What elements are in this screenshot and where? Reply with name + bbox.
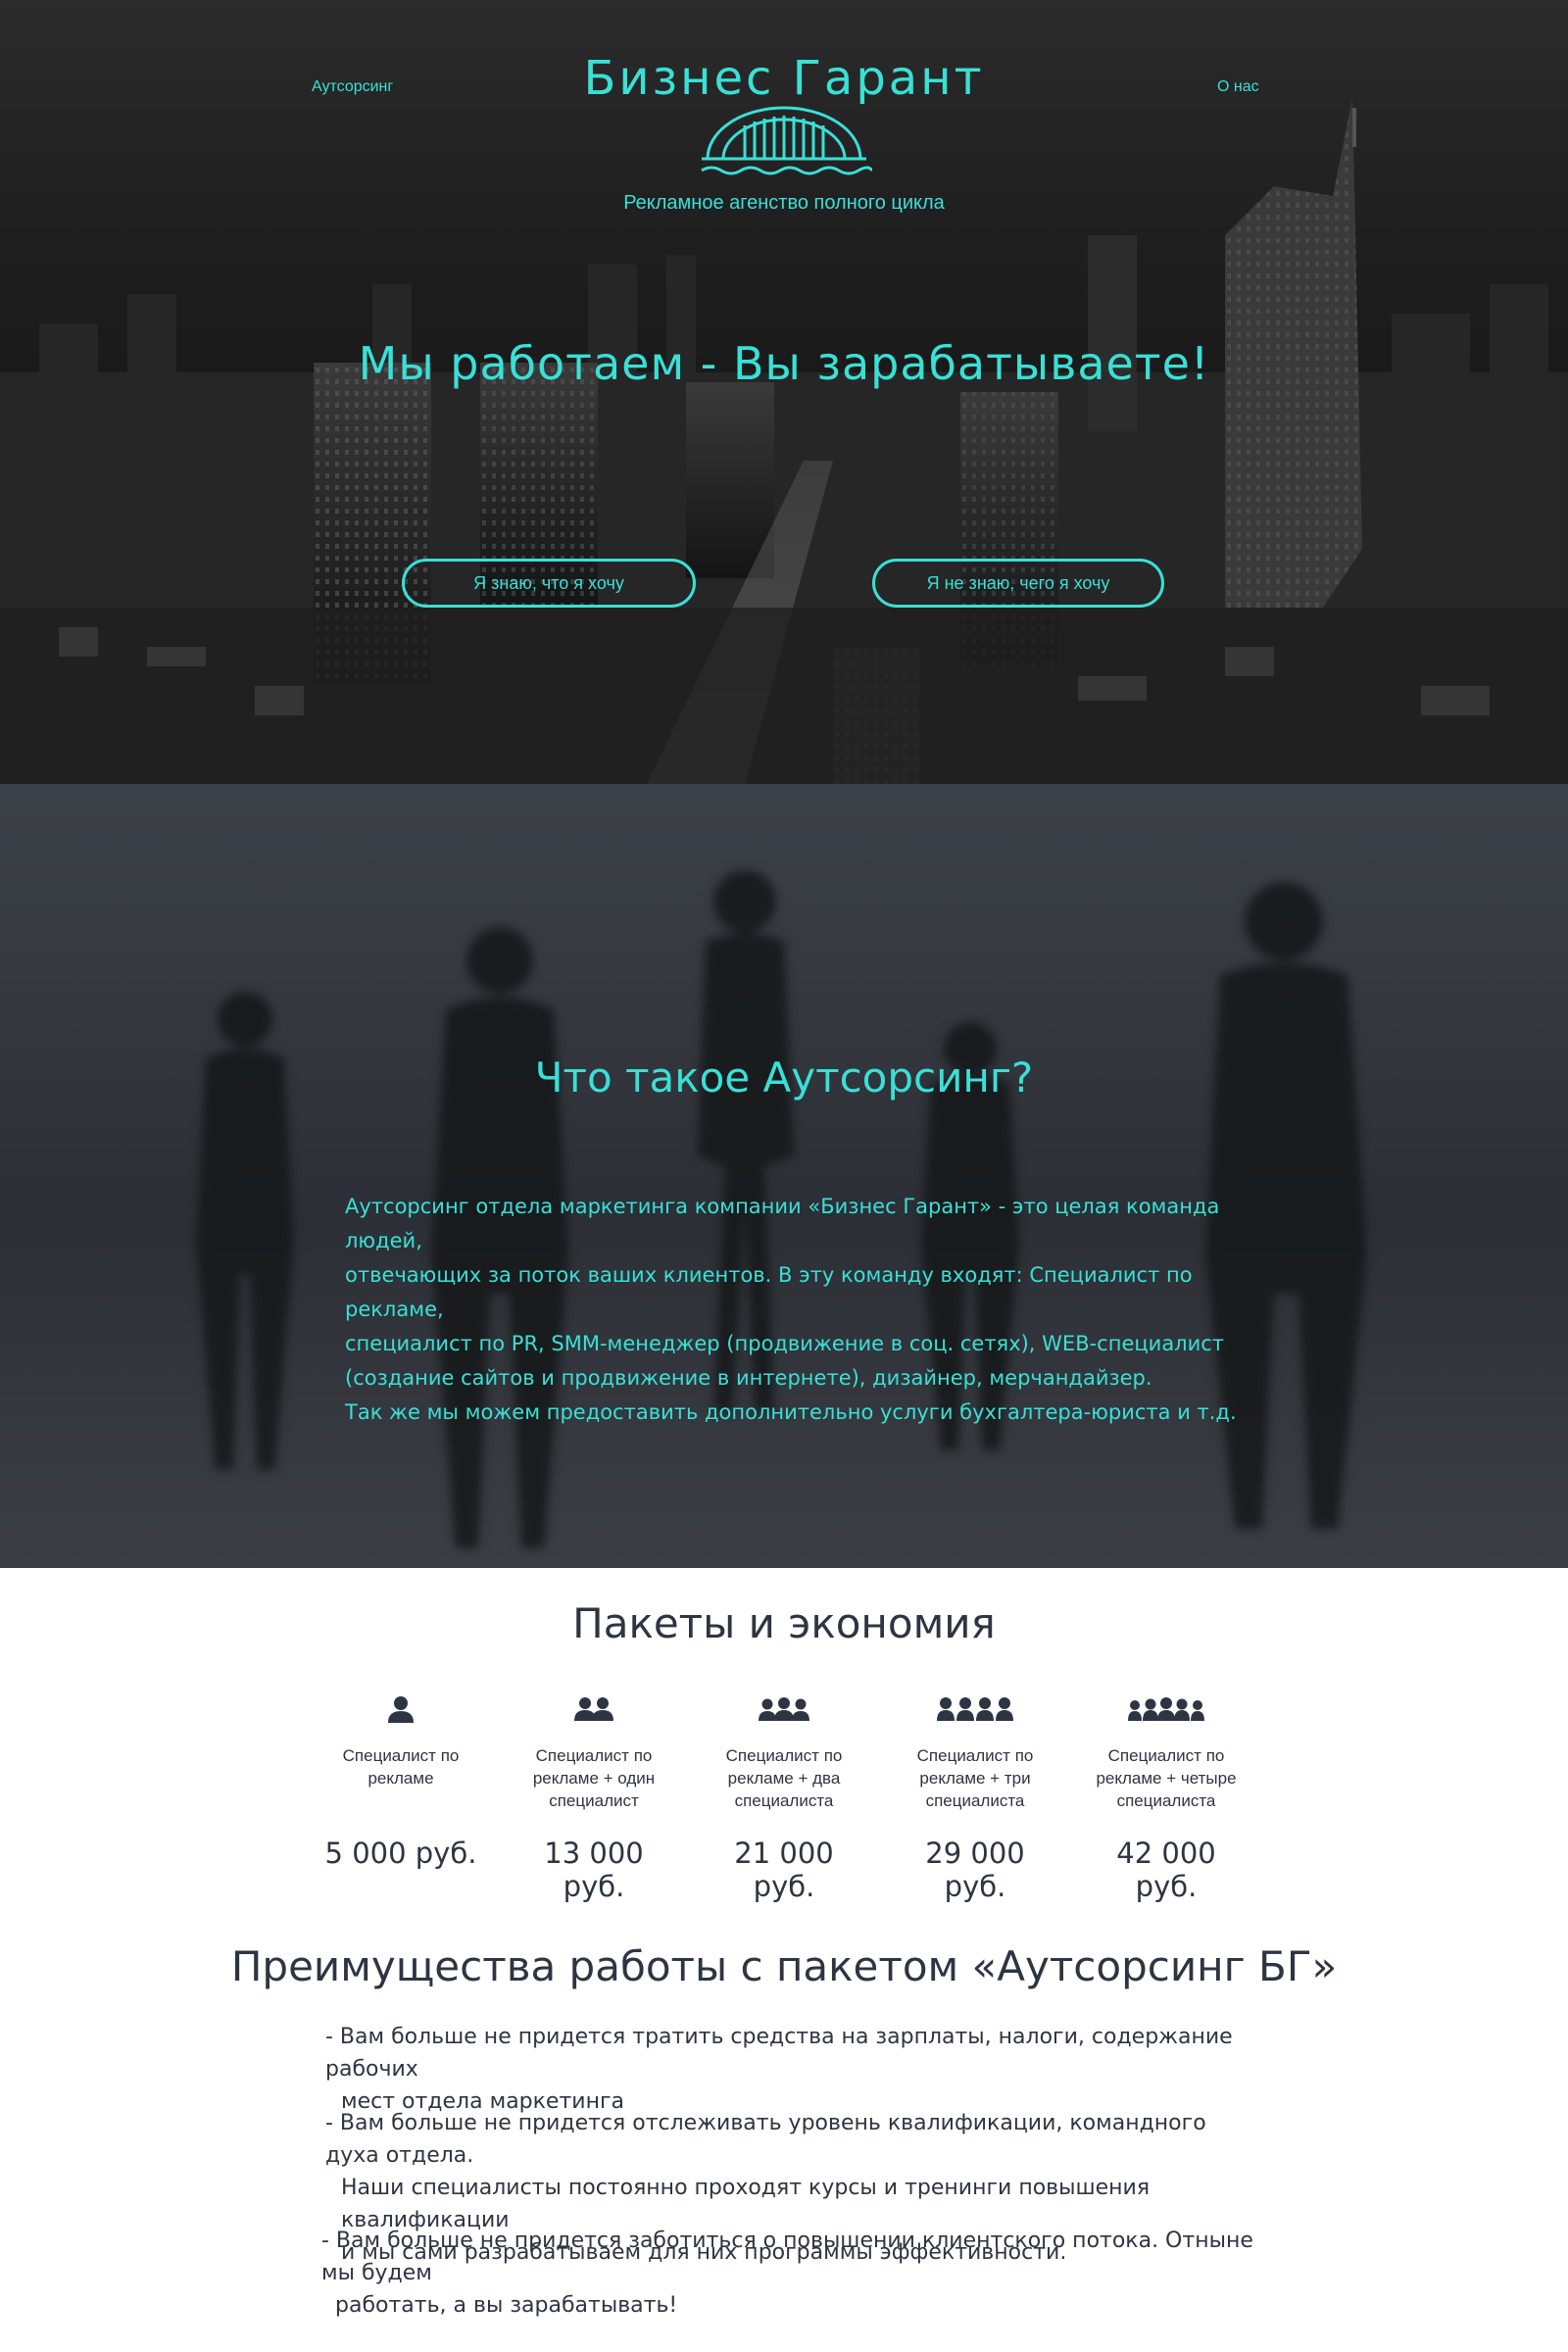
package-description: Специалист по рекламе + два специалиста	[725, 1746, 843, 1810]
outsourcing-line: отвечающих за поток ваших клиентов. В эт…	[345, 1263, 1193, 1321]
package-card[interactable]: Специалист по рекламе + три специалиста …	[892, 1690, 1058, 1903]
brand-tagline: Рекламное агенство полного цикла	[623, 192, 945, 214]
package-card[interactable]: Специалист по рекламе + четыре специалис…	[1083, 1690, 1250, 1903]
package-description: Специалист по рекламе	[342, 1746, 460, 1788]
package-description: Специалист по рекламе + четыре специалис…	[1096, 1746, 1237, 1810]
single-user-icon	[318, 1690, 484, 1729]
outsourcing-line: Аутсорсинг отдела маркетинга компании «Б…	[345, 1195, 1220, 1252]
advantages-heading: Преимущества работы с пакетом «Аутсорсин…	[230, 1942, 1338, 1990]
brand-title: Бизнес Гарант	[583, 51, 985, 106]
bridge-logo-icon	[701, 106, 872, 175]
two-users-icon	[511, 1690, 677, 1729]
package-price: 21 000 руб.	[734, 1837, 834, 1903]
business-people-silhouettes	[196, 870, 1367, 1548]
outsourcing-line: Так же мы можем предоставить дополнитель…	[345, 1400, 1237, 1424]
package-price: 29 000 руб.	[925, 1837, 1025, 1903]
advantage-item: - Вам больше не придется тратить средств…	[325, 2025, 1233, 2114]
outsourcing-line: (создание сайтов и продвижение в интерне…	[345, 1366, 1152, 1390]
outsourcing-line: специалист по PR, SMM-менеджер (продвиже…	[345, 1332, 1225, 1355]
package-card[interactable]: Специалист по рекламе + один специалист …	[511, 1690, 677, 1903]
i-dont-know-what-i-want-button[interactable]: Я не знаю, чего я хочу	[872, 559, 1164, 608]
five-users-icon	[1083, 1690, 1250, 1729]
package-description: Специалист по рекламе + три специалиста	[916, 1746, 1034, 1810]
hero-section: Аутсорсинг О нас Бизнес Гарант Рекламное…	[0, 0, 1568, 784]
hero-headline: Мы работаем - Вы зарабатываете!	[358, 337, 1210, 390]
package-price: 13 000 руб.	[544, 1837, 644, 1903]
package-price: 5 000 руб.	[324, 1837, 477, 1870]
package-description: Специалист по рекламе + один специалист	[532, 1746, 656, 1810]
outsourcing-heading: Что такое Аутсорсинг?	[534, 1054, 1034, 1102]
package-card[interactable]: Специалист по рекламе 5 000 руб.	[318, 1690, 484, 1870]
advantage-item: - Вам больше не придется заботиться о по…	[321, 2229, 1253, 2318]
three-users-icon	[701, 1690, 867, 1729]
four-users-icon	[892, 1690, 1058, 1729]
outsourcing-description: Аутсорсинг отдела маркетинга компании «Б…	[345, 1190, 1247, 1430]
packages-heading: Пакеты и экономия	[572, 1599, 996, 1647]
i-know-what-i-want-button[interactable]: Я знаю, что я хочу	[402, 559, 696, 608]
outsourcing-section: Что такое Аутсорсинг? Аутсорсинг отдела …	[0, 784, 1568, 1568]
package-card[interactable]: Специалист по рекламе + два специалиста …	[701, 1690, 867, 1903]
package-price: 42 000 руб.	[1116, 1837, 1216, 1903]
